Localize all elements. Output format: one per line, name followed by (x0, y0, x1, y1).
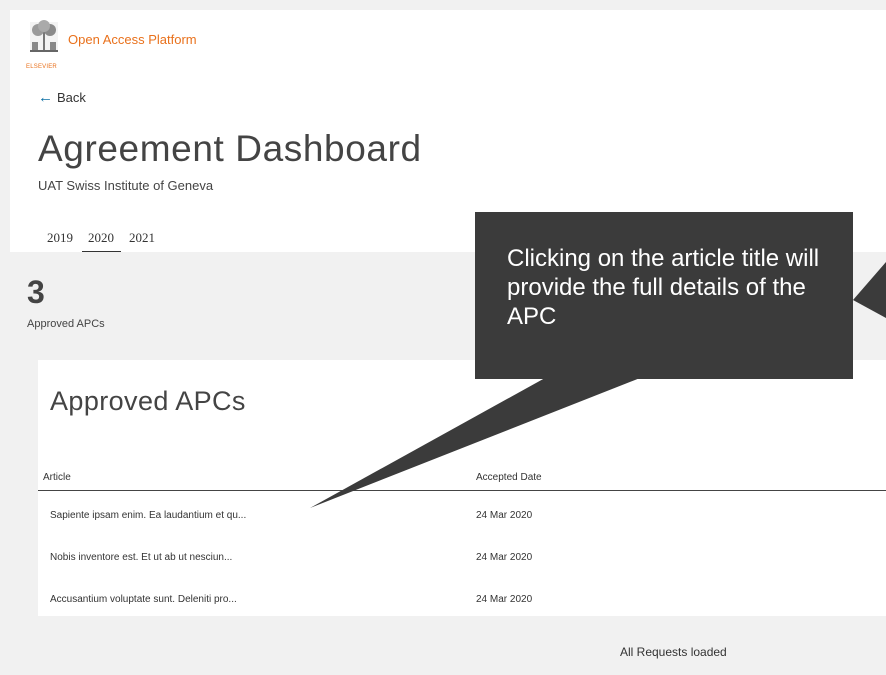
callout-text: Clicking on the article title will provi… (507, 245, 820, 330)
